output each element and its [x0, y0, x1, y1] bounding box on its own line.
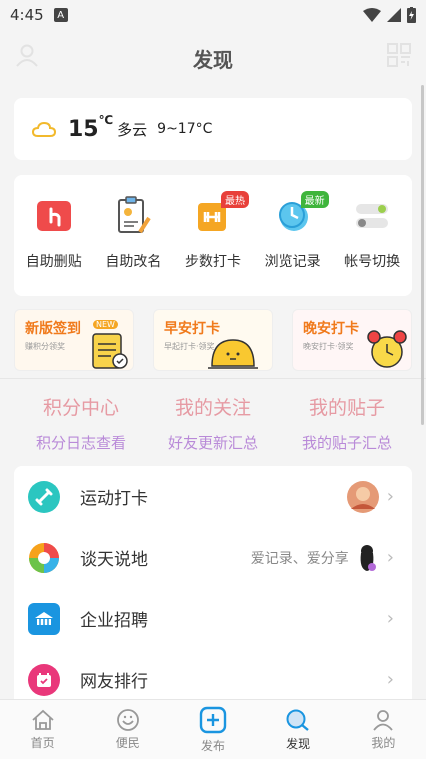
tool-rename[interactable]: 自助改名 — [95, 195, 171, 296]
weather-temp: 15℃ — [68, 112, 114, 142]
battery-icon — [407, 7, 416, 23]
status-time: 4:45 — [10, 6, 44, 24]
smile-icon — [116, 708, 139, 731]
tab-label: 发现 — [286, 736, 311, 751]
signal-icon — [387, 8, 401, 22]
checkin-new[interactable]: 新版签到 赚积分领奖 NEW — [14, 309, 134, 371]
list-label: 谈天说地 — [80, 550, 148, 570]
list-item-chat[interactable]: 谈天说地 爱记录、爱分享 › — [14, 527, 412, 588]
rename-icon — [112, 195, 154, 237]
new-badge: 最新 — [300, 191, 329, 208]
tool-steps[interactable]: 最热 步数打卡 — [175, 191, 251, 296]
avatar — [346, 480, 379, 513]
chevron-right-icon: › — [386, 669, 394, 690]
tool-label: 自助删贴 — [25, 254, 82, 270]
list-extra: 爱记录、爱分享 — [250, 550, 349, 567]
checkin-morning[interactable]: 早安打卡 早起打卡·领奖 — [153, 309, 273, 371]
tool-delete-post[interactable]: 自助删贴 — [16, 195, 92, 296]
discover-icon — [286, 709, 309, 731]
tools-card: 自助删贴 自助改名 最热 步数打卡 最新 浏览记录 帐号切换 — [14, 175, 412, 296]
tool-account-switch[interactable]: 帐号切换 — [334, 195, 410, 296]
list-item-jobs[interactable]: 企业招聘 › — [14, 588, 412, 649]
wifi-icon — [363, 8, 381, 22]
tab-services[interactable]: 便民 — [98, 708, 158, 751]
clipboard-icon — [92, 333, 128, 369]
cloud-icon — [32, 121, 56, 137]
list-item-ranking[interactable]: 网友排行 › — [14, 649, 412, 706]
tool-label: 帐号切换 — [344, 254, 401, 270]
tab-label: 发布 — [200, 738, 225, 753]
tool-label: 自助改名 — [105, 254, 162, 270]
tool-label: 浏览记录 — [264, 254, 321, 270]
tab-home[interactable]: 首页 — [13, 709, 73, 751]
feature-list: 运动打卡 › 谈天说地 爱记录、爱分享 › 企业招聘 › 网友排行 › — [14, 466, 412, 706]
profile-icon — [373, 709, 394, 731]
points-sub: 好友更新汇总 — [167, 434, 258, 452]
delete-post-icon — [33, 195, 75, 237]
tab-label: 我的 — [371, 735, 396, 750]
tool-label: 步数打卡 — [184, 254, 241, 270]
plus-icon — [199, 706, 227, 733]
dumbbell-icon — [28, 480, 60, 513]
my-follows[interactable]: 我的关注 好友更新汇总 — [142, 379, 284, 453]
list-label: 运动打卡 — [80, 489, 148, 509]
account-switch-icon — [351, 195, 393, 237]
list-label: 企业招聘 — [80, 611, 148, 631]
tab-publish[interactable]: 发布 — [183, 706, 243, 754]
tool-history[interactable]: 最新 浏览记录 — [255, 191, 331, 296]
bottom-tab-bar: 首页 便民 发布 发现 我的 — [0, 699, 426, 759]
status-bar: 4:45 A — [0, 0, 426, 30]
hot-badge: 最热 — [220, 191, 249, 208]
tab-discover[interactable]: 发现 — [268, 708, 328, 752]
user-icon[interactable] — [14, 42, 40, 72]
chevron-right-icon: › — [386, 486, 394, 507]
home-icon — [31, 709, 54, 730]
aperture-icon — [28, 541, 60, 574]
tab-label: 首页 — [30, 735, 55, 750]
girl-figure-icon — [360, 544, 376, 571]
points-title: 我的关注 — [174, 397, 251, 419]
checkin-night[interactable]: 晚安打卡 晚安打卡·领奖 — [292, 309, 412, 371]
points-row: 积分中心 积分日志查看 我的关注 好友更新汇总 我的贴子 我的贴子汇总 — [0, 378, 426, 456]
weather-card[interactable]: 15℃ 多云 9~17°C — [14, 98, 412, 160]
points-title: 我的贴子 — [308, 397, 385, 419]
notification-icon: A — [53, 8, 68, 22]
points-title: 积分中心 — [42, 397, 119, 419]
status-right — [363, 7, 416, 23]
page-title: 发现 — [193, 47, 233, 72]
calendar-icon — [28, 663, 60, 696]
points-center[interactable]: 积分中心 积分日志查看 — [10, 379, 152, 453]
alarm-clock-icon — [367, 330, 407, 368]
tab-profile[interactable]: 我的 — [353, 709, 413, 751]
list-label: 网友排行 — [80, 672, 148, 692]
scrollbar[interactable] — [421, 85, 424, 425]
sun-icon — [208, 339, 258, 369]
my-posts[interactable]: 我的贴子 我的贴子汇总 — [276, 379, 418, 453]
page-header: 发现 — [0, 30, 426, 86]
weather-range: 9~17°C — [157, 121, 213, 137]
chevron-right-icon: › — [386, 608, 394, 629]
tab-label: 便民 — [115, 735, 140, 750]
checkin-row: 新版签到 赚积分领奖 NEW 早安打卡 早起打卡·领奖 晚安打卡 晚安打卡·领奖 — [14, 309, 412, 375]
scan-icon[interactable] — [386, 42, 412, 72]
list-item-sport[interactable]: 运动打卡 › — [14, 466, 412, 527]
points-sub: 积分日志查看 — [35, 434, 126, 452]
chevron-right-icon: › — [386, 547, 394, 568]
company-icon — [28, 602, 60, 635]
weather-condition: 多云 — [117, 120, 148, 139]
points-sub: 我的贴子汇总 — [301, 434, 392, 452]
